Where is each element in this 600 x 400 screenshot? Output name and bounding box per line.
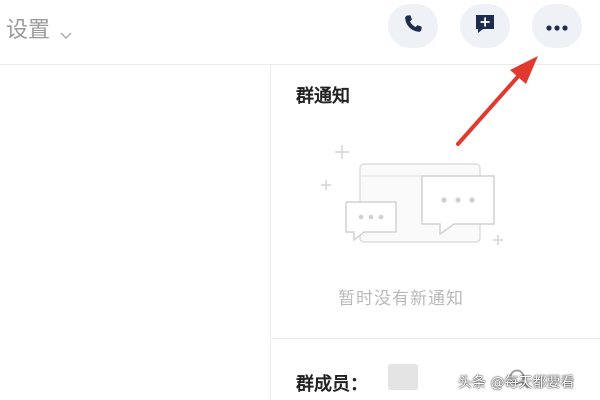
empty-notice-text: 暂时没有新通知 <box>338 289 464 309</box>
group-members-label: 群成员： <box>296 374 368 395</box>
settings-dropdown[interactable]: 设置 <box>6 12 72 44</box>
add-note-button[interactable] <box>460 4 510 48</box>
app-window: 设置 群通知 暂时没有新通知 群成员： 头条 @每天都要看 <box>0 0 600 400</box>
member-count-redacted <box>388 364 418 390</box>
more-icon <box>544 17 570 36</box>
add-note-icon <box>472 11 498 41</box>
chevron-down-icon <box>60 22 72 39</box>
group-notice-title: 群通知 <box>296 86 350 107</box>
annotation-arrow <box>440 50 550 150</box>
settings-label: 设置 <box>6 18 51 43</box>
more-button[interactable] <box>532 4 582 48</box>
phone-icon <box>401 12 425 40</box>
toolbar-divider <box>0 64 600 65</box>
empty-notice-illustration <box>312 142 512 262</box>
call-button[interactable] <box>388 4 438 48</box>
top-toolbar: 设置 <box>0 0 600 56</box>
watermark-text: 头条 @每天都要看 <box>458 375 575 391</box>
members-divider <box>271 338 600 339</box>
panel-divider <box>270 64 271 400</box>
